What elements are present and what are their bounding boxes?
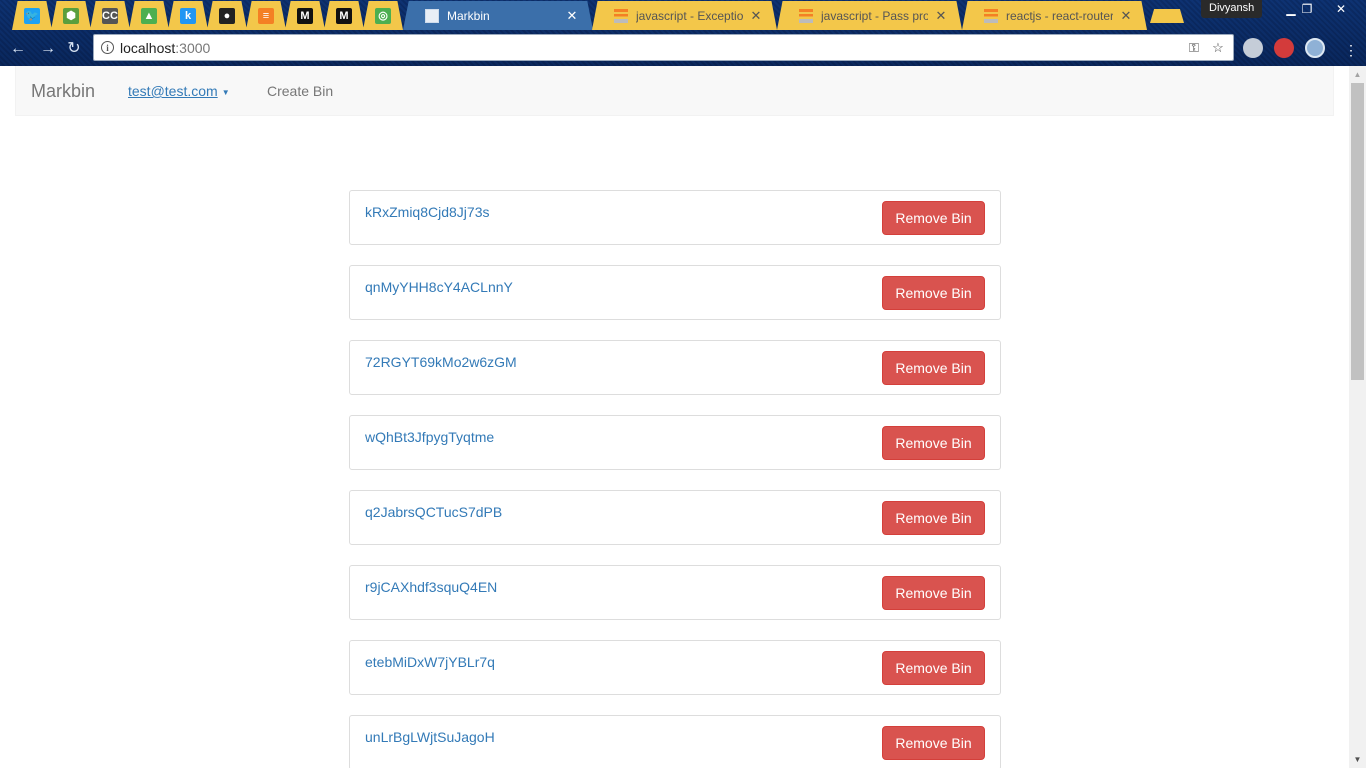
bin-list-item: q2JabrsQCTucS7dPB Remove Bin [349,490,1001,545]
scroll-up-icon[interactable]: ▲ [1349,66,1366,83]
reload-icon[interactable]: ↻ [62,37,86,61]
tab-title: reactjs - react-router: H [1006,8,1113,23]
remove-bin-button[interactable]: Remove Bin [882,726,985,760]
github-icon: ● [219,7,235,24]
tab-title: javascript - Exception in [636,8,743,23]
bin-link[interactable]: r9jCAXhdf3squQ4EN [365,579,497,595]
close-tab-icon[interactable]: ✕ [565,8,579,23]
back-icon[interactable]: ← [6,37,30,61]
bin-link[interactable]: kRxZmiq8Cjd8Jj73s [365,204,489,220]
remove-bin-button[interactable]: Remove Bin [882,351,985,385]
bin-list-item: 72RGYT69kMo2w6zGM Remove Bin [349,340,1001,395]
browser-toolbar: ← → ↻ i localhost:3000 ⚿ ☆ [0,31,1366,66]
tab-title: javascript - Pass props [821,8,928,23]
bin-list-item: r9jCAXhdf3squQ4EN Remove Bin [349,565,1001,620]
navbar: Markbin test@test.com ▼ Create Bin [15,66,1334,116]
user-email: test@test.com [128,83,218,99]
circle-app-icon: ◎ [375,7,391,24]
url-host: localhost [120,39,176,56]
pinned-tab[interactable]: ● [207,1,247,30]
cc-icon: CC [102,7,118,24]
url-port: :3000 [175,39,211,56]
extension-icon[interactable] [1274,38,1294,58]
bin-list-item: kRxZmiq8Cjd8Jj73s Remove Bin [349,190,1001,245]
pinned-tab[interactable]: M [324,1,364,30]
browser-chrome: 🐦 ⬢ CC ▲ k ● ≡ M M ◎ Markbin ✕ javascript - Excepti… [0,0,1366,66]
close-icon[interactable]: ✕ [1326,0,1356,18]
tab-strip: 🐦 ⬢ CC ▲ k ● ≡ M M ◎ Markbin ✕ javascript - Excepti… [0,0,1366,31]
url-text[interactable]: localhost:3000 [120,40,1185,56]
tab[interactable]: reactjs - react-router: H ✕ [962,1,1147,30]
bin-link[interactable]: wQhBt3JfpygTyqtme [365,429,494,445]
stackoverflow-icon [799,8,813,23]
address-bar[interactable]: i localhost:3000 ⚿ ☆ [93,34,1234,61]
bin-link[interactable]: 72RGYT69kMo2w6zGM [365,354,517,370]
medium-icon: M [297,7,313,24]
stackoverflow-icon [614,8,628,23]
pinned-tab[interactable]: k [168,1,208,30]
restore-icon[interactable]: ❐ [1292,0,1322,18]
bin-list: kRxZmiq8Cjd8Jj73s Remove Bin qnMyYHH8cY4AC… [349,190,1001,768]
close-tab-icon[interactable]: ✕ [934,8,948,23]
close-tab-icon[interactable]: ✕ [1119,8,1133,23]
key-icon[interactable]: ⚿ [1185,39,1203,57]
forward-icon[interactable]: → [36,37,60,61]
pinned-tab[interactable]: ⬢ [51,1,91,30]
page-icon [425,8,439,23]
profile-button[interactable]: Divyansh [1201,0,1263,18]
remove-bin-button[interactable]: Remove Bin [882,576,985,610]
info-icon[interactable]: i [101,41,114,54]
stackoverflow-icon: ≡ [258,7,274,24]
scroll-down-icon[interactable]: ▼ [1349,751,1366,768]
tab[interactable]: javascript - Pass props ✕ [777,1,962,30]
pinned-tab[interactable]: M [285,1,325,30]
close-tab-icon[interactable]: ✕ [749,8,763,23]
new-tab-button[interactable] [1150,9,1184,23]
stackoverflow-icon [984,8,998,23]
bin-list-item: wQhBt3JfpygTyqtme Remove Bin [349,415,1001,470]
user-dropdown[interactable]: test@test.com ▼ [128,83,230,99]
pinned-tab[interactable]: ≡ [246,1,286,30]
scrollbar[interactable]: ▲ ▼ [1349,66,1366,768]
bin-link[interactable]: qnMyYHH8cY4ACLnnY [365,279,513,295]
remove-bin-button[interactable]: Remove Bin [882,201,985,235]
remove-bin-button[interactable]: Remove Bin [882,276,985,310]
medium-icon: M [336,7,352,24]
pinned-tab[interactable]: ▲ [129,1,169,30]
tab[interactable]: Markbin ✕ [403,1,593,30]
brand-link[interactable]: Markbin [31,81,95,102]
pinned-tab[interactable]: ◎ [363,1,403,30]
star-icon[interactable]: ☆ [1209,39,1227,57]
browser-menu-icon[interactable]: ⋮ [1344,40,1358,60]
bin-list-item: unLrBgLWjtSuJagoH Remove Bin [349,715,1001,768]
page-viewport: Markbin test@test.com ▼ Create Bin kRxZmi… [0,66,1366,768]
remove-bin-button[interactable]: Remove Bin [882,426,985,460]
bin-link[interactable]: etebMiDxW7jYBLr7q [365,654,495,670]
tab-title: Markbin [447,8,490,23]
scroll-thumb[interactable] [1351,83,1364,380]
k-icon: k [180,7,196,24]
bin-list-item: qnMyYHH8cY4ACLnnY Remove Bin [349,265,1001,320]
pinned-tab[interactable]: 🐦 [12,1,52,30]
bin-link[interactable]: q2JabrsQCTucS7dPB [365,504,502,520]
bin-list-item: etebMiDxW7jYBLr7q Remove Bin [349,640,1001,695]
extension-icon[interactable] [1243,38,1263,58]
hexagon-icon: ⬢ [63,7,79,24]
bird-icon: 🐦 [24,7,40,24]
caret-down-icon: ▼ [221,87,230,97]
tab[interactable]: javascript - Exception in ✕ [592,1,777,30]
remove-bin-button[interactable]: Remove Bin [882,501,985,535]
bin-link[interactable]: unLrBgLWjtSuJagoH [365,729,495,745]
create-bin-link[interactable]: Create Bin [267,83,333,99]
drive-icon: ▲ [141,7,157,24]
remove-bin-button[interactable]: Remove Bin [882,651,985,685]
pinned-tab[interactable]: CC [90,1,130,30]
extension-icon[interactable] [1305,38,1325,58]
